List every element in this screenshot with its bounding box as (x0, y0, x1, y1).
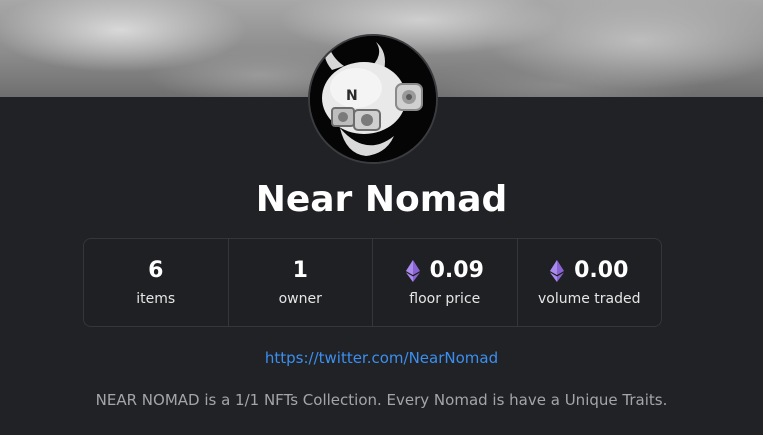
nomad-mascot-image: N (310, 36, 436, 162)
stat-volume-traded-value: 0.00 (550, 256, 628, 286)
stat-owner: 1 owner (229, 239, 373, 326)
collection-stats: 6 items 1 owner 0.09 floor price 0.00 vo… (83, 238, 662, 327)
ethereum-icon (405, 259, 420, 282)
stat-items-value: 6 (148, 256, 163, 286)
stat-items: 6 items (84, 239, 229, 326)
stat-floor-price-label: floor price (409, 290, 481, 307)
stat-owner-value: 1 (293, 256, 308, 286)
stat-floor-price: 0.09 floor price (373, 239, 518, 326)
stat-owner-number: 1 (292, 257, 308, 283)
stat-volume-traded: 0.00 volume traded (518, 239, 662, 326)
stat-owner-label: owner (278, 290, 322, 307)
collection-avatar: N (308, 34, 438, 164)
stat-floor-price-value: 0.09 (405, 256, 484, 286)
stat-items-label: items (136, 290, 176, 307)
svg-text:N: N (346, 88, 358, 104)
stat-items-number: 6 (148, 257, 164, 283)
collection-page: N Near Nomad 6 items 1 owner 0.09 floor … (0, 0, 763, 435)
ethereum-icon (550, 259, 565, 282)
twitter-link[interactable]: https://twitter.com/NearNomad (0, 346, 763, 370)
stat-volume-traded-number: 0.00 (574, 257, 629, 283)
stat-floor-price-number: 0.09 (429, 257, 484, 283)
collection-title: Near Nomad (255, 179, 508, 220)
stat-volume-traded-label: volume traded (537, 290, 641, 307)
collection-description: NEAR NOMAD is a 1/1 NFTs Collection. Eve… (95, 391, 668, 409)
